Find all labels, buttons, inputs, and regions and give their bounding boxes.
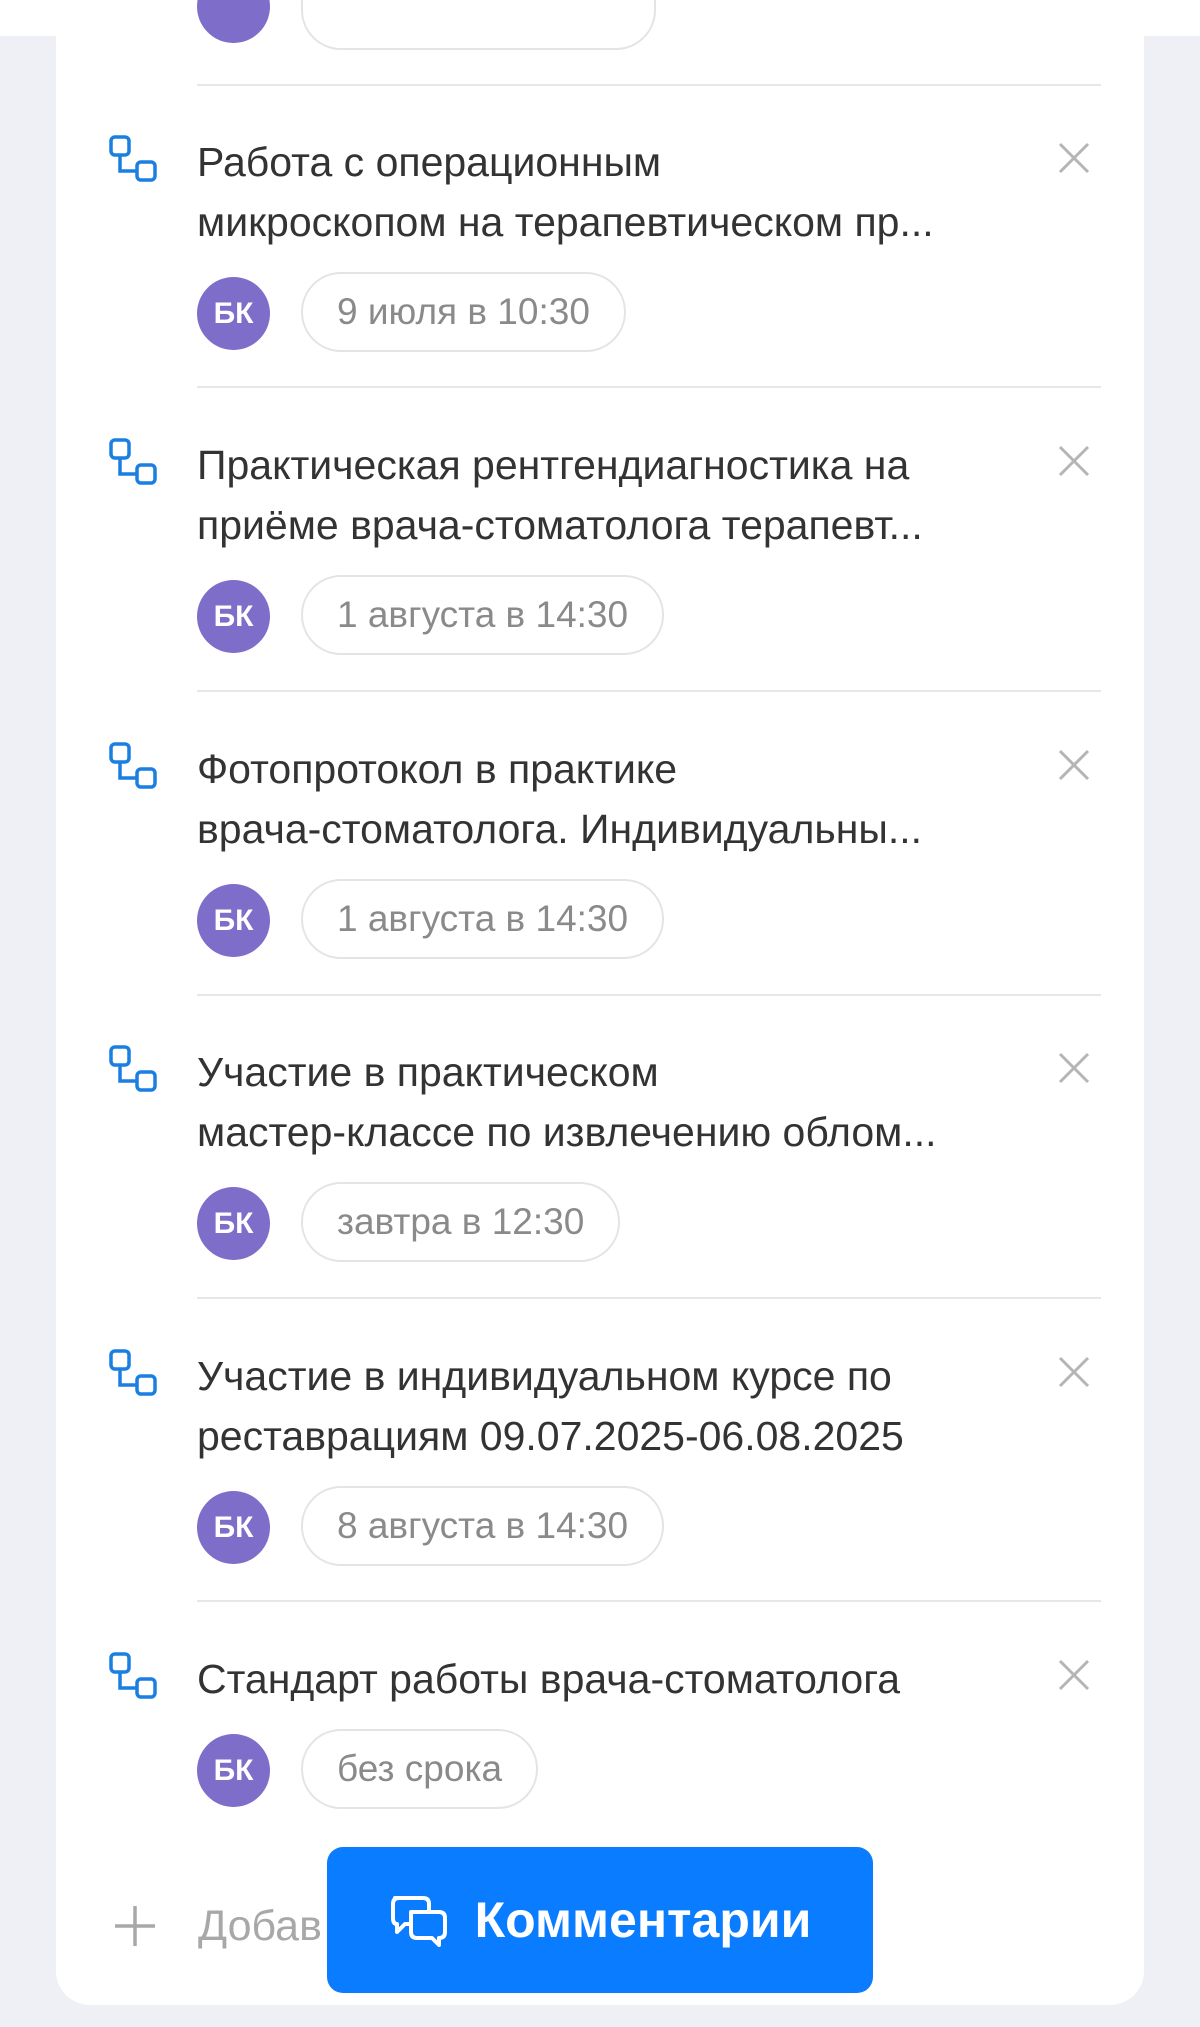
- task-title[interactable]: Участие в индивидуальном курсе по рестав…: [197, 1346, 1027, 1466]
- close-icon[interactable]: [1052, 439, 1096, 483]
- avatar[interactable]: БК: [197, 277, 270, 350]
- avatar[interactable]: БК: [197, 1187, 270, 1260]
- task-title[interactable]: Стандарт работы врача-стоматолога: [197, 1649, 1027, 1709]
- subtask-icon: [109, 742, 157, 789]
- close-icon[interactable]: [1052, 1046, 1096, 1090]
- task-title-line: Участие в практическом: [197, 1049, 659, 1095]
- comments-button[interactable]: Комментарии: [327, 1847, 873, 1993]
- avatar[interactable]: БК: [197, 884, 270, 957]
- divider: [197, 386, 1101, 388]
- avatar[interactable]: БК: [197, 1491, 270, 1564]
- task-title[interactable]: Практическая рентгендиагностика на приём…: [197, 435, 1027, 555]
- task-title[interactable]: Фотопротокол в практике врача-стоматолог…: [197, 739, 1027, 859]
- plus-icon: [115, 1906, 155, 1946]
- task-title[interactable]: Участие в практическом мастер-классе по …: [197, 1042, 1027, 1162]
- due-date-pill[interactable]: 8 августа в 14:30: [301, 1486, 665, 1566]
- subtask-icon: [109, 135, 157, 182]
- task-title-line: реставрациям 09.07.2025-06.08.2025: [197, 1413, 904, 1459]
- due-date-pill[interactable]: без срока: [301, 1729, 539, 1809]
- due-date-pill[interactable]: завтра в 12:30: [301, 1182, 621, 1262]
- add-task-label: Добав: [198, 1901, 322, 1950]
- avatar[interactable]: БК: [197, 580, 270, 653]
- subtask-icon: [109, 1652, 157, 1699]
- task-title-line: Практическая рентгендиагностика на: [197, 442, 910, 488]
- task-title-line: Фотопротокол в практике: [197, 746, 678, 792]
- due-pill-partial[interactable]: [301, 0, 656, 50]
- divider: [197, 1297, 1101, 1299]
- divider: [197, 84, 1101, 86]
- task-title-line: Стандарт работы врача-стоматолога: [197, 1656, 901, 1702]
- due-date-pill[interactable]: 1 августа в 14:30: [301, 575, 665, 655]
- task-title-line: Участие в индивидуальном курсе по: [197, 1353, 892, 1399]
- divider: [197, 994, 1101, 996]
- add-task-row[interactable]: Добав: [112, 1896, 322, 1956]
- chat-bubbles-icon: [390, 1896, 447, 1947]
- subtask-icon: [109, 1349, 157, 1396]
- subtask-icon: [109, 438, 157, 485]
- task-title-line: Работа с операционным: [197, 139, 662, 185]
- close-icon[interactable]: [1052, 1653, 1096, 1697]
- avatar-partial: [197, 0, 270, 43]
- due-date-pill[interactable]: 9 июля в 10:30: [301, 272, 626, 352]
- task-title-line: приёме врача-стоматолога терапевт...: [197, 502, 923, 548]
- task-title-line: врача-стоматолога. Индивидуальны...: [197, 806, 923, 852]
- due-date-pill[interactable]: 1 августа в 14:30: [301, 879, 665, 959]
- task-title[interactable]: Работа с операционным микроскопом на тер…: [197, 132, 1027, 252]
- close-icon[interactable]: [1052, 136, 1096, 180]
- close-icon[interactable]: [1052, 743, 1096, 787]
- close-icon[interactable]: [1052, 1350, 1096, 1394]
- divider: [197, 1600, 1101, 1602]
- subtask-icon: [109, 1045, 157, 1092]
- task-title-line: мастер-классе по извлечению облом...: [197, 1109, 937, 1155]
- divider: [197, 690, 1101, 692]
- comments-button-label: Комментарии: [474, 1892, 812, 1948]
- task-title-line: микроскопом на терапевтическом пр...: [197, 199, 934, 245]
- avatar[interactable]: БК: [197, 1734, 270, 1807]
